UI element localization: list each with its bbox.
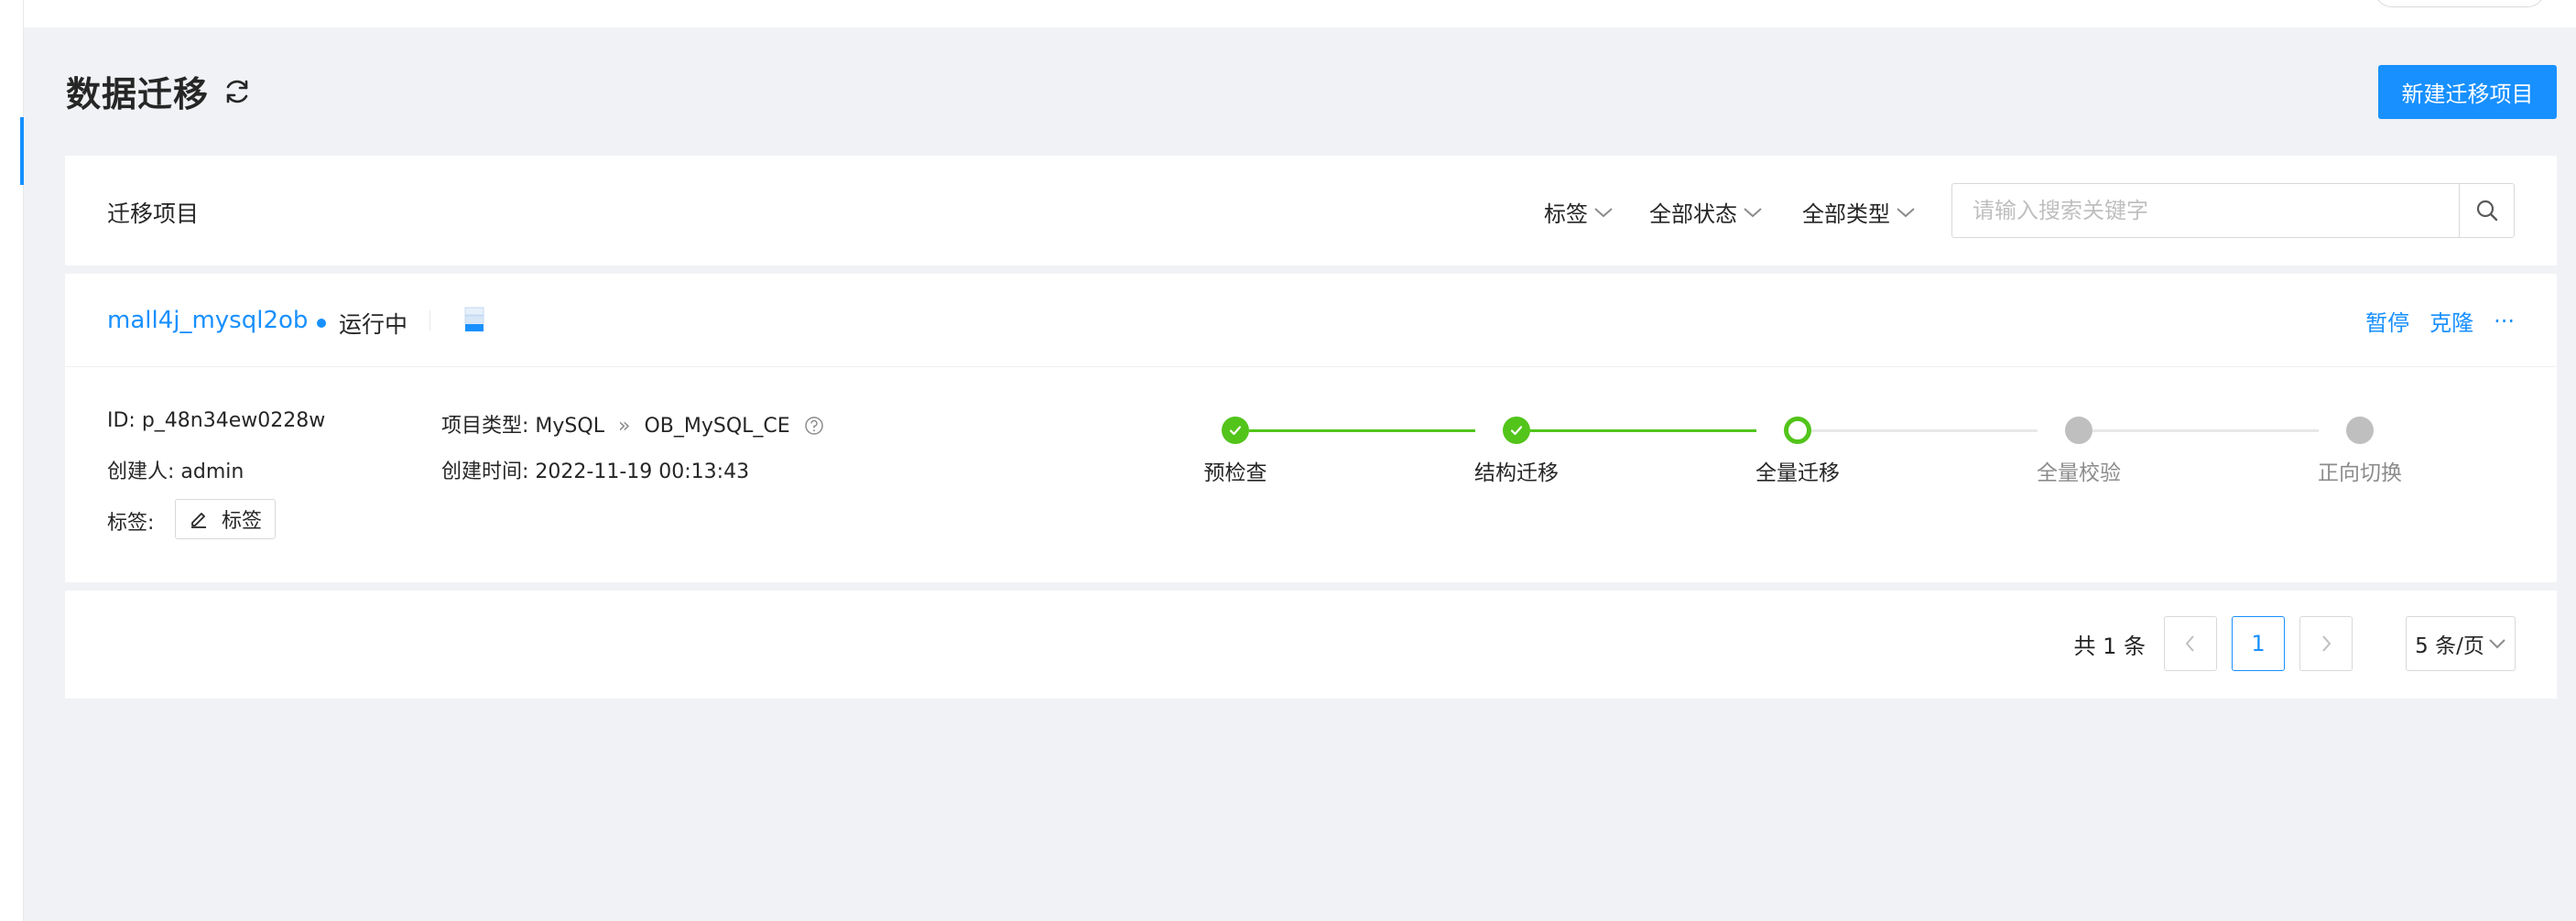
page-title: 数据迁移: [66, 74, 210, 114]
project-created-time: 创建时间: 2022-11-19 00:13:43: [441, 455, 749, 484]
tag-filter-dropdown[interactable]: 标签: [1544, 196, 1614, 228]
page-size-value: 5 条/页: [2415, 634, 2484, 658]
status-filter-dropdown[interactable]: 全部状态: [1649, 196, 1763, 228]
type-filter-label: 全部类型: [1802, 201, 1890, 227]
project-creator: 创建人: admin: [107, 455, 244, 484]
top-bar: [24, 0, 2576, 27]
page-header: 数据迁移: [66, 66, 253, 116]
step-label: 预检查: [1203, 461, 1267, 485]
pagination-card: 共 1 条 1 5 条/页: [65, 591, 2557, 699]
edit-tag-button[interactable]: 标签: [175, 499, 277, 539]
search-button[interactable]: [2459, 184, 2514, 237]
status-dot: [317, 319, 326, 328]
clone-button[interactable]: 克隆: [2429, 305, 2473, 337]
project-header: mall4j_mysql2ob 运行中 暂停 克隆 ···: [65, 274, 2557, 367]
created-value: 2022-11-19 00:13:43: [535, 460, 750, 483]
help-icon[interactable]: [804, 416, 824, 436]
chevron-down-icon: [1744, 207, 1762, 217]
divider: [429, 310, 430, 330]
tags-label: 标签:: [107, 512, 155, 535]
target-type: OB_MySQL_CE: [644, 415, 790, 438]
tag-button-label: 标签: [222, 510, 263, 533]
chevron-down-icon: [1594, 207, 1613, 217]
search-icon: [2476, 200, 2497, 222]
id-value: p_48n34ew0228w: [141, 409, 326, 432]
status-text: 运行中: [339, 311, 408, 338]
section-title: 迁移项目: [107, 200, 200, 227]
pagination-total: 共 1 条: [2073, 633, 2146, 659]
step-item: 全量迁移: [1715, 417, 1880, 486]
chevron-down-icon: [2489, 639, 2505, 649]
project-id: ID: p_48n34ew0228w: [107, 409, 325, 432]
step-node: [1784, 417, 1811, 444]
new-migration-button[interactable]: 新建迁移项目: [2378, 65, 2557, 119]
page-button-current[interactable]: 1: [2232, 616, 2285, 671]
chevron-down-icon: [1897, 207, 1915, 217]
user-menu-button[interactable]: [2375, 0, 2545, 7]
tag-filter-label: 标签: [1544, 201, 1588, 227]
step-label: 结构迁移: [1474, 461, 1559, 485]
source-type: MySQL: [535, 415, 604, 438]
creator-value: admin: [180, 460, 245, 483]
step-item: 全量校验: [1996, 417, 2161, 486]
pause-button[interactable]: 暂停: [2365, 305, 2409, 337]
step-node: [2346, 417, 2374, 444]
step-label: 全量迁移: [1755, 461, 1840, 485]
refresh-icon[interactable]: [222, 76, 253, 107]
filter-card: 迁移项目 标签 全部状态 全部类型: [65, 156, 2557, 265]
search-box: [1951, 183, 2515, 238]
database-icon: [464, 307, 484, 331]
step-item: 预检查: [1153, 417, 1318, 486]
more-icon[interactable]: ···: [2494, 309, 2515, 334]
check-icon: [1222, 417, 1249, 444]
project-name-link[interactable]: mall4j_mysql2ob: [107, 307, 308, 334]
search-input[interactable]: [1952, 184, 2459, 237]
edit-icon: [191, 513, 206, 528]
step-label: 正向切换: [2318, 461, 2402, 485]
status-filter-label: 全部状态: [1649, 201, 1737, 227]
progress-steps: 预检查 结构迁移 全量迁移 全量校验 正向切换: [1204, 417, 2504, 499]
status-badge: 运行中: [317, 307, 408, 340]
page-size-select[interactable]: 5 条/页: [2406, 616, 2516, 671]
step-item: 正向切换: [2277, 417, 2442, 486]
type-filter-dropdown[interactable]: 全部类型: [1802, 196, 1916, 228]
next-page-button[interactable]: [2299, 616, 2353, 671]
type-separator: »: [617, 415, 631, 438]
project-actions: 暂停 克隆 ···: [2345, 305, 2515, 337]
created-label: 创建时间:: [441, 460, 529, 483]
nav-active-marker: [20, 117, 24, 185]
chevron-left-icon: [2185, 635, 2194, 652]
step-node: [2065, 417, 2092, 444]
project-type: 项目类型: MySQL » OB_MySQL_CE: [441, 409, 824, 439]
creator-label: 创建人:: [107, 460, 175, 483]
step-label: 全量校验: [2037, 461, 2121, 485]
chevron-right-icon: [2322, 635, 2331, 652]
step-item: 结构迁移: [1434, 417, 1599, 486]
id-label: ID:: [107, 409, 136, 432]
type-label: 项目类型:: [441, 415, 529, 438]
pagination: 共 1 条 1 5 条/页: [2073, 616, 2516, 671]
prev-page-button[interactable]: [2164, 616, 2217, 671]
left-rail: [0, 0, 24, 921]
check-icon: [1503, 417, 1530, 444]
project-card: mall4j_mysql2ob 运行中 暂停 克隆 ··· ID: p_48n3…: [65, 274, 2557, 582]
